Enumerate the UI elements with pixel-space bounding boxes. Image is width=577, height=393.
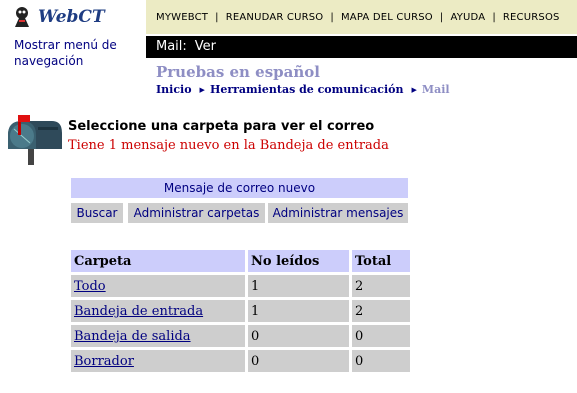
search-button[interactable]: Buscar [71,203,123,223]
total-count: 2 [352,300,410,322]
mailbox-icon [8,115,62,165]
unread-count: 0 [248,350,349,372]
column-header-unread: No leídos [248,250,349,272]
column-header-total: Total [352,250,410,272]
column-header-folder: Carpeta [71,250,245,272]
breadcrumb-herramientas[interactable]: Herramientas de comunicación [210,83,404,96]
table-row: Bandeja de entrada 1 2 [71,300,410,322]
total-count: 2 [352,275,410,297]
folder-link-bandeja-de-entrada[interactable]: Bandeja de entrada [74,304,203,319]
folder-link-borrador[interactable]: Borrador [74,354,134,369]
folder-link-todo[interactable]: Todo [74,279,106,294]
new-message-notice: Tiene 1 mensaje nuevo en la Bandeja de e… [68,138,389,153]
table-row: Bandeja de salida 0 0 [71,325,410,347]
topnav-reanudar-curso[interactable]: REANUDAR CURSO [226,12,324,23]
topnav-separator: | [330,11,334,23]
topnav-recursos[interactable]: RECURSOS [503,12,560,23]
topnav-separator: | [492,11,496,23]
manage-folders-button[interactable]: Administrar carpetas [128,203,265,223]
topnav-separator: | [215,11,219,23]
folder-name-cell: Bandeja de salida [71,325,245,347]
table-row: Borrador 0 0 [71,350,410,372]
folder-name-cell: Borrador [71,350,245,372]
folder-table: Carpeta No leídos Total Todo 1 2 Bandeja… [68,247,413,375]
breadcrumb-arrow-icon: ▶ [199,85,205,94]
manage-messages-button[interactable]: Administrar mensajes [268,203,408,223]
unread-count: 1 [248,275,349,297]
unread-count: 1 [248,300,349,322]
breadcrumb-inicio[interactable]: Inicio [156,83,192,96]
mail-heading: Seleccione una carpeta para ver el corre… [68,119,375,134]
total-count: 0 [352,350,410,372]
top-navigation-bar: MYWEBCT | REANUDAR CURSO | MAPA DEL CURS… [146,0,577,34]
folder-name-cell: Todo [71,275,245,297]
webct-logo: WebCT [10,5,105,29]
show-navigation-menu-link[interactable]: Mostrar menú de navegación [14,37,139,69]
topnav-separator: | [439,11,444,23]
folder-link-bandeja-de-salida[interactable]: Bandeja de salida [74,329,191,344]
webct-mascot-icon [15,7,29,27]
tool-view-label: Ver [194,39,217,54]
table-row: Todo 1 2 [71,275,410,297]
breadcrumb-current: Mail [421,83,450,96]
topnav-ayuda[interactable]: AYUDA [450,12,485,23]
course-title: Pruebas en español [156,63,320,81]
breadcrumb-arrow-icon: ▶ [411,85,417,94]
folder-name-cell: Bandeja de entrada [71,300,245,322]
breadcrumb: Inicio ▶ Herramientas de comunicación ▶ … [156,83,450,96]
folder-table-header-row: Carpeta No leídos Total [71,250,410,272]
topnav-mywebct[interactable]: MYWEBCT [156,12,208,23]
total-count: 0 [352,325,410,347]
topnav-mapa-del-curso[interactable]: MAPA DEL CURSO [341,12,433,23]
tool-title-bar: Mail: Ver [146,36,577,58]
unread-count: 0 [248,325,349,347]
logo-text: WebCT [38,7,105,27]
tool-section-label: Mail: [156,39,187,54]
compose-new-message-button[interactable]: Mensaje de correo nuevo [71,178,408,198]
